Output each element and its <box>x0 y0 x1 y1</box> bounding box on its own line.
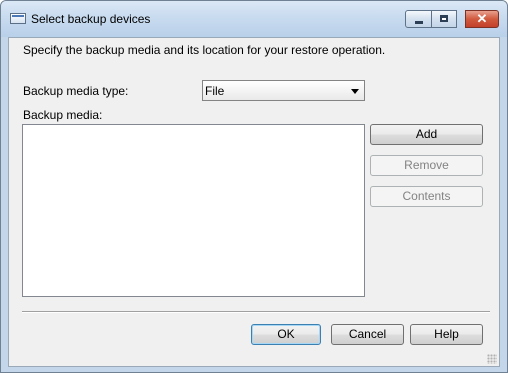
dialog-body: Specify the backup media and its locatio… <box>8 37 500 367</box>
ok-button[interactable]: OK <box>251 324 321 345</box>
chevron-down-icon <box>351 89 359 94</box>
minimize-icon <box>415 21 423 24</box>
media-type-dropdown[interactable]: File <box>202 80 365 101</box>
add-button[interactable]: Add <box>370 124 483 145</box>
close-icon: ✕ <box>476 11 488 26</box>
minimize-button[interactable] <box>405 10 432 28</box>
title-bar[interactable]: Select backup devices ✕ <box>1 1 507 37</box>
backup-media-list[interactable] <box>22 124 365 297</box>
cancel-button[interactable]: Cancel <box>331 324 404 345</box>
maximize-icon <box>440 15 448 22</box>
help-button[interactable]: Help <box>410 324 483 345</box>
resize-grip-icon[interactable] <box>487 354 497 364</box>
remove-button[interactable]: Remove <box>370 155 483 176</box>
dialog-window: Select backup devices ✕ Specify the back… <box>0 0 508 373</box>
description-text: Specify the backup media and its locatio… <box>23 43 386 57</box>
maximize-button[interactable] <box>431 10 457 28</box>
dialog-window-icon <box>10 13 26 24</box>
close-button[interactable]: ✕ <box>465 10 499 28</box>
media-list-label: Backup media: <box>23 108 103 122</box>
media-type-value: File <box>205 84 225 98</box>
contents-button[interactable]: Contents <box>370 186 483 207</box>
divider <box>22 311 490 313</box>
window-title: Select backup devices <box>31 12 151 26</box>
media-type-label: Backup media type: <box>23 84 129 98</box>
